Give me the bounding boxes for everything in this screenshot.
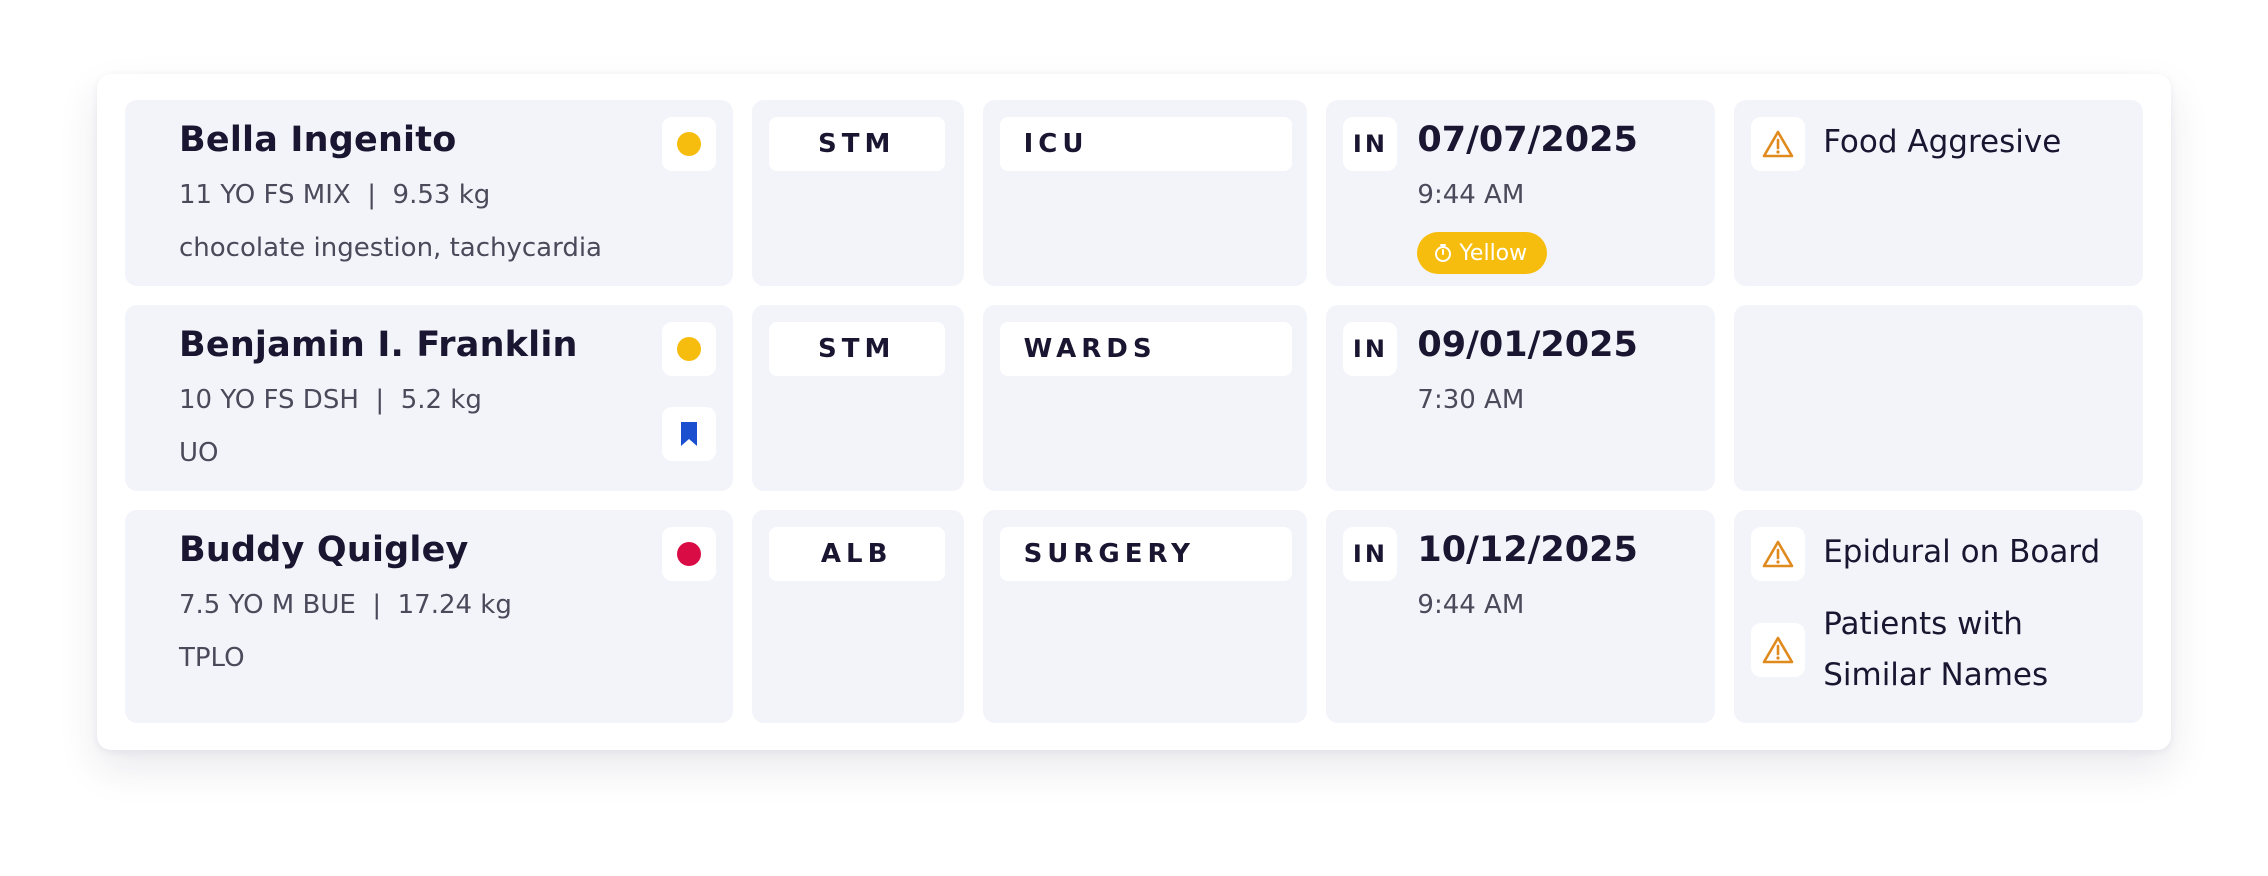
direction-tag: IN <box>1343 527 1398 581</box>
red-status-dot-icon <box>676 542 701 566</box>
alert-item[interactable]: Food Aggresive <box>1751 117 2123 171</box>
patient-name[interactable]: Bella Ingenito <box>179 120 456 160</box>
direction-tag: IN <box>1343 117 1398 171</box>
warning-icon <box>1751 527 1806 581</box>
patient-signalment: 7.5 YO M BUE | 17.24 kg <box>179 590 512 620</box>
admit-cell: IN 09/01/2025 7:30 AM <box>1326 305 1716 491</box>
patient-reason: TPLO <box>179 643 245 673</box>
ward-cell: SURGERY <box>982 510 1308 723</box>
ward-tag: ICU <box>999 117 1292 171</box>
patient-signalment: 11 YO FS MIX | 9.53 kg <box>179 180 491 210</box>
location-tag: ALB <box>768 527 945 581</box>
status-indicator[interactable] <box>661 322 716 376</box>
direction-tag: IN <box>1343 322 1398 376</box>
patient-reason: UO <box>179 438 219 468</box>
patient-info-cell[interactable]: Buddy Quigley 7.5 YO M BUE | 17.24 kg TP… <box>125 510 733 723</box>
admit-time: 9:44 AM <box>1417 180 1525 210</box>
warning-icon <box>1751 623 1806 677</box>
ward-cell: ICU <box>982 100 1308 286</box>
bookmark-button[interactable] <box>661 407 716 461</box>
triage-badge: Yellow <box>1417 232 1548 274</box>
yellow-status-dot-icon <box>676 337 701 361</box>
patient-rows: Bella Ingenito 11 YO FS MIX | 9.53 kg ch… <box>125 100 2143 723</box>
patient-reason: chocolate ingestion, tachycardia <box>179 233 602 263</box>
yellow-status-dot-icon <box>676 132 701 156</box>
ward-cell: WARDS <box>982 305 1308 491</box>
status-indicator[interactable] <box>661 117 716 171</box>
ward-tag: SURGERY <box>999 527 1292 581</box>
timer-icon <box>1435 244 1452 262</box>
admit-cell: IN 10/12/2025 9:44 AM <box>1326 510 1716 723</box>
admit-time: 9:44 AM <box>1417 590 1525 620</box>
ward-tag: WARDS <box>999 322 1292 376</box>
alert-label: Epidural on Board <box>1823 534 2101 570</box>
patient-info-cell[interactable]: Bella Ingenito 11 YO FS MIX | 9.53 kg ch… <box>125 100 733 286</box>
admit-date: 10/12/2025 <box>1417 530 1638 570</box>
location-cell: STM <box>751 305 964 491</box>
alert-item[interactable]: Patients with Similar Names <box>1751 599 2123 701</box>
patient-board: Bella Ingenito 11 YO FS MIX | 9.53 kg ch… <box>97 74 2171 750</box>
status-indicator[interactable] <box>661 527 716 581</box>
triage-badge-label: Yellow <box>1459 240 1528 266</box>
patient-row[interactable]: Benjamin I. Franklin 10 YO FS DSH | 5.2 … <box>125 305 2143 491</box>
patient-row[interactable]: Bella Ingenito 11 YO FS MIX | 9.53 kg ch… <box>125 100 2143 286</box>
location-tag: STM <box>768 117 945 171</box>
patient-name[interactable]: Benjamin I. Franklin <box>179 325 578 365</box>
admit-cell: IN 07/07/2025 9:44 AM Yellow <box>1326 100 1716 286</box>
alert-item[interactable]: Epidural on Board <box>1751 527 2123 581</box>
alert-label: Patients with Similar Names <box>1823 606 2049 693</box>
bookmark-icon <box>680 422 697 446</box>
admit-date: 07/07/2025 <box>1417 120 1638 160</box>
admit-time: 7:30 AM <box>1417 385 1525 415</box>
location-cell: ALB <box>751 510 964 723</box>
patient-info-cell[interactable]: Benjamin I. Franklin 10 YO FS DSH | 5.2 … <box>125 305 733 491</box>
alerts-cell: Epidural on Board Patients with Similar … <box>1734 510 2143 723</box>
patient-signalment: 10 YO FS DSH | 5.2 kg <box>179 385 482 415</box>
patient-name[interactable]: Buddy Quigley <box>179 530 469 570</box>
location-cell: STM <box>751 100 964 286</box>
warning-icon <box>1751 117 1806 171</box>
patient-row[interactable]: Buddy Quigley 7.5 YO M BUE | 17.24 kg TP… <box>125 510 2143 723</box>
location-tag: STM <box>768 322 945 376</box>
alerts-cell <box>1734 305 2143 491</box>
alerts-cell: Food Aggresive <box>1734 100 2143 286</box>
alert-label: Food Aggresive <box>1823 124 2062 160</box>
admit-date: 09/01/2025 <box>1417 325 1638 365</box>
